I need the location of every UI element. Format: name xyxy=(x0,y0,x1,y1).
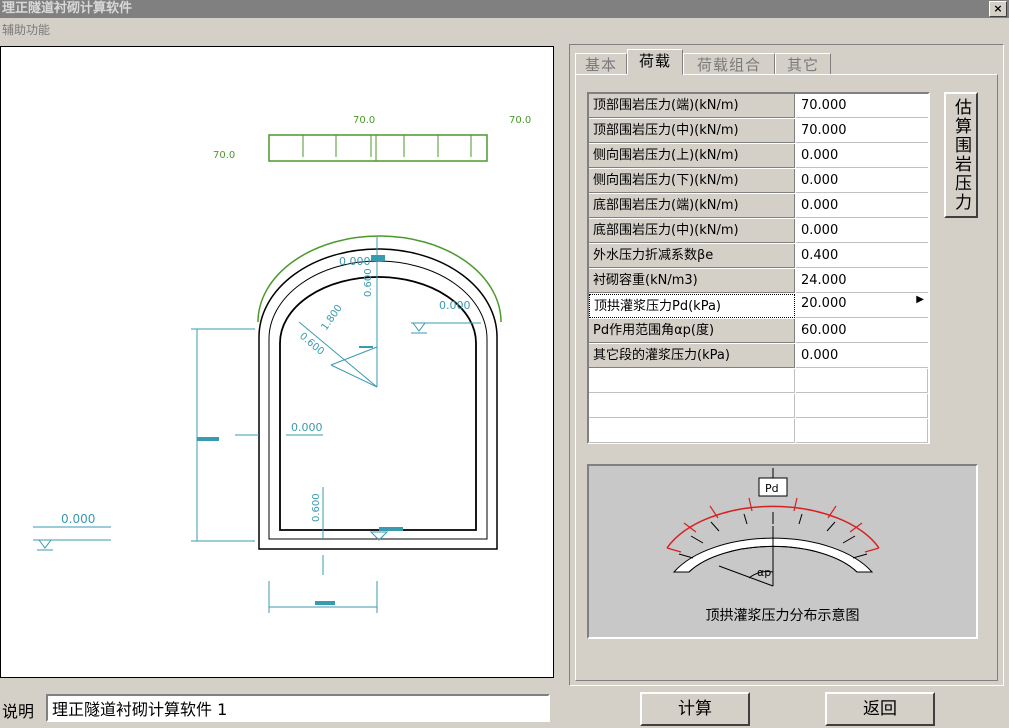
param-row[interactable]: 衬砌容重(kN/m3) 24.000 xyxy=(589,269,928,294)
param-row[interactable]: 外水压力折减系数βe 0.400 xyxy=(589,244,928,269)
param-label xyxy=(589,419,795,443)
top-load-label-mid: 70.0 xyxy=(353,115,375,126)
param-row[interactable]: 顶部围岩压力(中)(kN/m) 70.000 xyxy=(589,119,928,144)
description-input[interactable] xyxy=(46,694,550,722)
param-label: 侧向围岩压力(上)(kN/m) xyxy=(589,144,795,168)
bottom-bar: 说明 计算 返回 xyxy=(0,690,1009,728)
window-title: 理正隧道衬砌计算软件 xyxy=(2,1,133,16)
estimate-rock-pressure-button[interactable]: 估算围岩压力 xyxy=(944,92,978,218)
param-label xyxy=(589,369,795,393)
param-row[interactable]: Pd作用范围角αp(度) 60.000 xyxy=(589,319,928,344)
tab-other[interactable]: 其它 xyxy=(775,53,831,75)
param-row[interactable]: 侧向围岩压力(上)(kN/m) 0.000 xyxy=(589,144,928,169)
param-label: 底部围岩压力(端)(kN/m) xyxy=(589,194,795,218)
close-button[interactable]: × xyxy=(989,1,1007,17)
param-row[interactable]: 顶部围岩压力(端)(kN/m) 70.000 xyxy=(589,94,928,119)
param-value[interactable] xyxy=(796,369,928,393)
param-label: 衬砌容重(kN/m3) xyxy=(589,269,795,293)
param-value[interactable]: 24.000 xyxy=(796,269,928,293)
param-row[interactable]: 底部围岩压力(端)(kN/m) 0.000 xyxy=(589,194,928,219)
drawing-canvas[interactable]: 70.0 70.0 70.0 0.000 0.600 1.800 0.600 0… xyxy=(0,46,554,678)
top-load-rect xyxy=(268,134,488,162)
crown-marker xyxy=(371,255,385,261)
lining-inner xyxy=(279,276,477,531)
lining-outer xyxy=(258,248,498,550)
diagram-caption: 顶拱灌浆压力分布示意图 xyxy=(705,608,860,624)
row-selector-icon: ▶ xyxy=(916,294,924,305)
top-load-label-right: 70.0 xyxy=(509,115,531,126)
param-label: 侧向围岩压力(下)(kN/m) xyxy=(589,169,795,193)
settings-panel: 基本 荷载 荷载组合 其它 顶部围岩压力(端)(kN/m) 70.000 顶部围岩压… xyxy=(569,44,1004,686)
dim-label-arch-inner: 0.600 xyxy=(363,268,374,297)
load-param-grid: 顶部围岩压力(端)(kN/m) 70.000 顶部围岩压力(中)(kN/m) 70.0… xyxy=(587,92,930,444)
param-label xyxy=(589,394,795,418)
menu-item-assist[interactable]: 辅助功能 xyxy=(2,23,50,37)
tunnel-section-drawing: 70.0 70.0 70.0 0.000 0.600 1.800 0.600 0… xyxy=(33,115,531,613)
param-value[interactable]: 0.000 xyxy=(796,219,928,243)
param-label: 底部围岩压力(中)(kN/m) xyxy=(589,219,795,243)
param-label: 其它段的灌浆压力(kPa) xyxy=(589,344,795,368)
param-value[interactable]: 60.000 xyxy=(796,319,928,343)
param-label: 顶部围岩压力(中)(kN/m) xyxy=(589,119,795,143)
param-row[interactable] xyxy=(589,369,928,394)
dim-label-arch-thick: 0.000 xyxy=(339,255,371,268)
tab-load-combination[interactable]: 荷载组合 xyxy=(683,53,775,75)
dim-label-bottom: 0.600 xyxy=(311,493,322,522)
tab-basic[interactable]: 基本 xyxy=(575,53,627,75)
param-row[interactable] xyxy=(589,419,928,444)
pd-label: Pd xyxy=(765,482,779,495)
param-value[interactable]: 0.000 xyxy=(796,194,928,218)
param-value[interactable] xyxy=(796,394,928,418)
param-row[interactable]: 其它段的灌浆压力(kPa) 0.000 xyxy=(589,344,928,369)
dim-label-water-left: 0.000 xyxy=(61,512,95,526)
param-value[interactable]: 0.400 xyxy=(796,244,928,268)
param-label: Pd作用范围角αp(度) xyxy=(589,319,795,343)
tab-load[interactable]: 荷载 xyxy=(627,49,683,75)
param-value[interactable]: 70.000 xyxy=(796,119,928,143)
dim-label-radius: 1.800 xyxy=(319,303,344,333)
top-load-label-left: 70.0 xyxy=(213,150,235,161)
menu-bar: 辅助功能 xyxy=(0,20,50,40)
tab-page-load: 顶部围岩压力(端)(kN/m) 70.000 顶部围岩压力(中)(kN/m) 70.0… xyxy=(575,74,998,681)
param-label: 顶部围岩压力(端)(kN/m) xyxy=(589,94,795,118)
description-label: 说明 xyxy=(2,702,35,721)
param-row[interactable] xyxy=(589,394,928,419)
param-value[interactable]: 70.000 xyxy=(796,94,928,118)
alpha-label: αp xyxy=(757,566,771,579)
dim-label-angle: 0.600 xyxy=(297,331,326,358)
calculate-button[interactable]: 计算 xyxy=(640,692,750,726)
param-row[interactable]: 底部围岩压力(中)(kN/m) 0.000 xyxy=(589,219,928,244)
param-label: 外水压力折减系数βe xyxy=(589,244,795,268)
title-bar: 理正隧道衬砌计算软件 × xyxy=(0,0,1009,18)
param-value[interactable]: 20.000 xyxy=(796,294,928,318)
param-row[interactable]: 侧向围岩压力(下)(kN/m) 0.000 xyxy=(589,169,928,194)
param-value[interactable]: 0.000 xyxy=(796,344,928,368)
param-label: 顶拱灌浆压力Pd(kPa) xyxy=(589,294,795,318)
back-button[interactable]: 返回 xyxy=(825,692,935,726)
grouting-pressure-diagram: Pd αp 顶拱灌浆压力分布示意图 xyxy=(587,464,978,639)
param-value[interactable] xyxy=(796,419,928,443)
top-load-arrows xyxy=(302,135,472,161)
param-value[interactable]: 0.000 xyxy=(796,169,928,193)
param-value[interactable]: 0.000 xyxy=(796,144,928,168)
param-row[interactable]: 顶拱灌浆压力Pd(kPa) 20.000 ▶ xyxy=(589,294,928,319)
dim-label-water-right: 0.000 xyxy=(439,299,471,312)
dim-label-wall: 0.000 xyxy=(291,421,323,434)
